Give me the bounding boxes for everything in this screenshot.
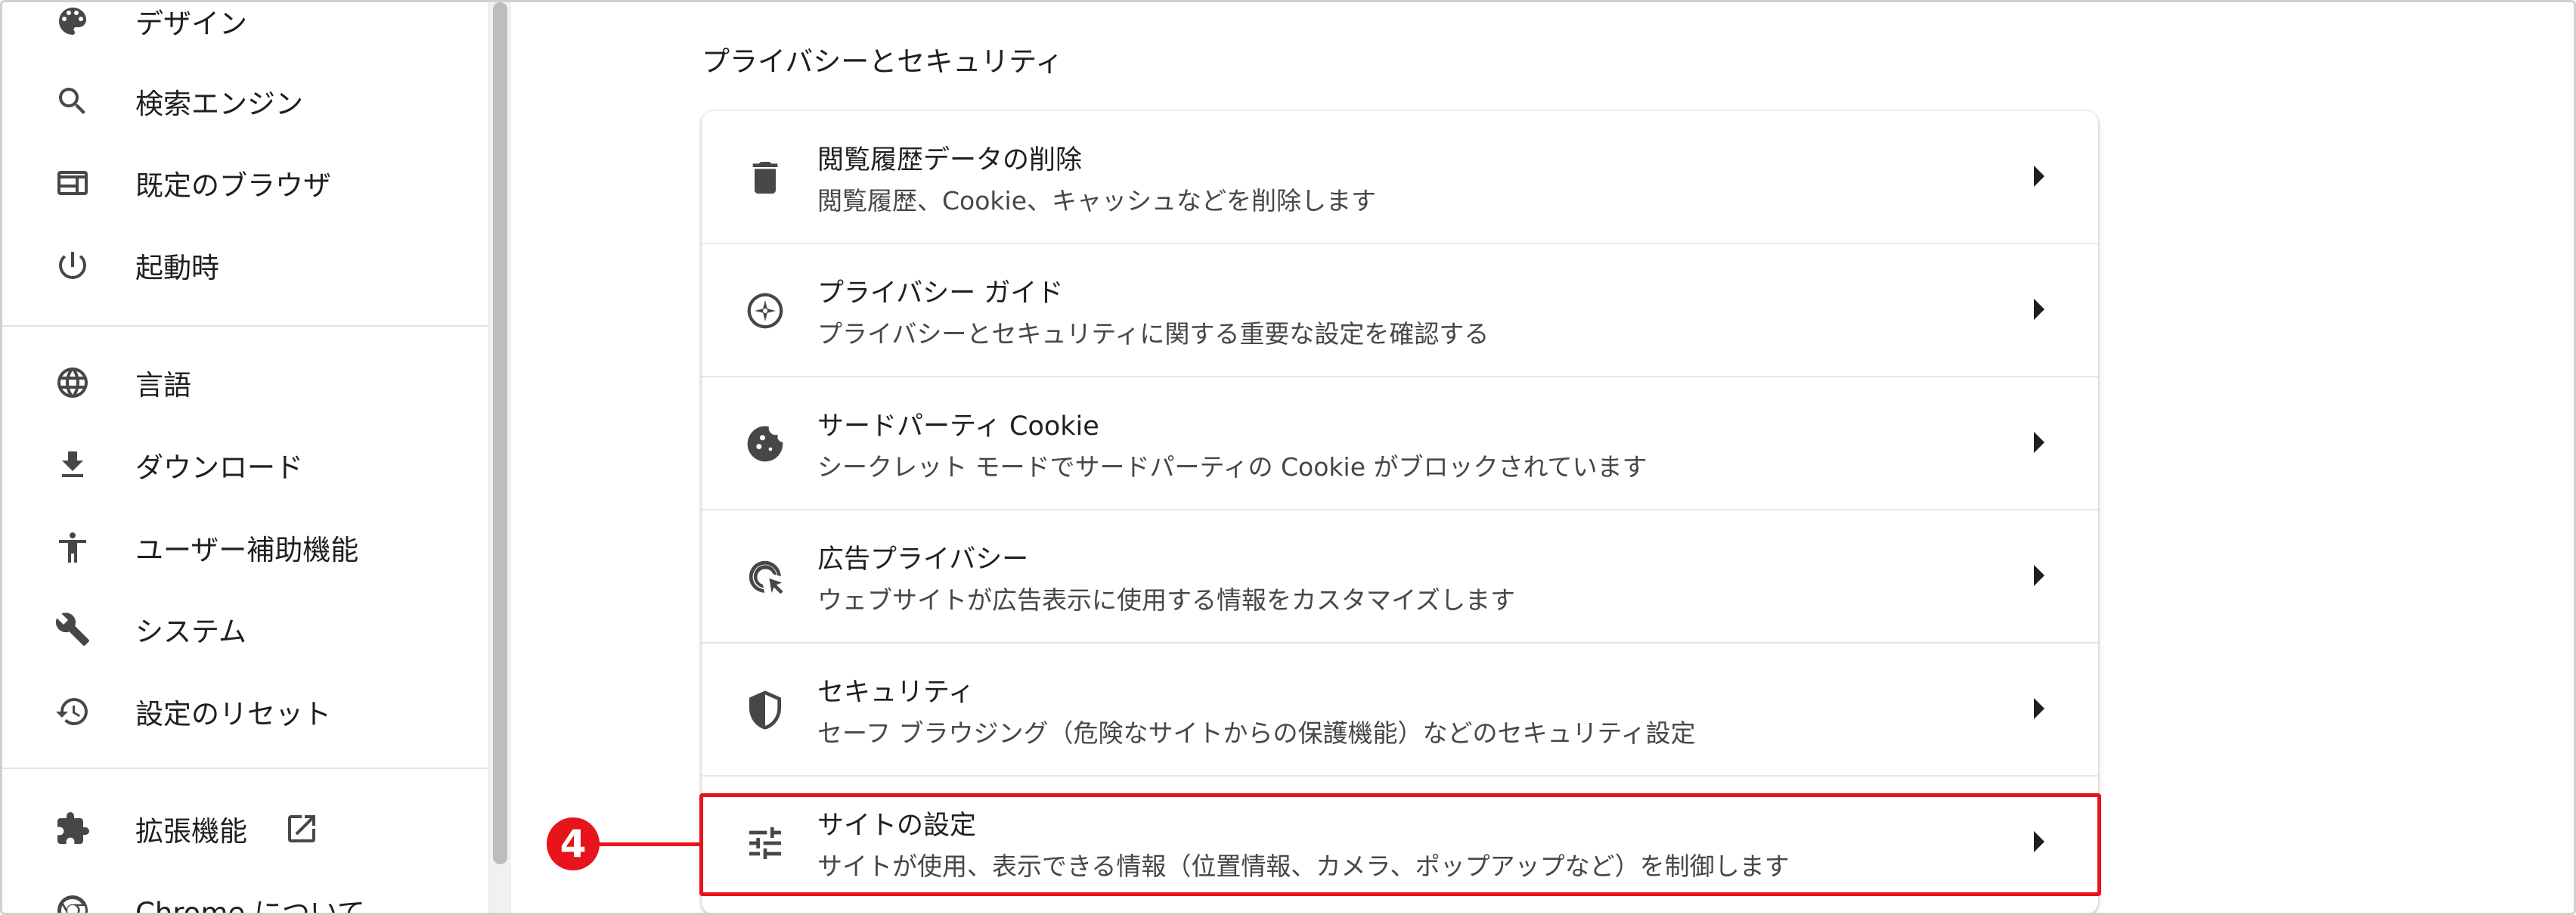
history-reset-icon bbox=[52, 691, 93, 732]
compass-icon bbox=[741, 287, 789, 335]
sidebar-item-extensions[interactable]: 拡張機能 bbox=[2, 795, 488, 863]
sidebar-item-label: 起動時 bbox=[135, 252, 219, 284]
row-subtitle: ウェブサイトが広告表示に使用する情報をカスタマイズします bbox=[817, 585, 1516, 615]
sidebar-item-label: デザイン bbox=[135, 8, 247, 40]
globe-icon bbox=[52, 362, 93, 403]
sidebar-item-on-startup[interactable]: 起動時 bbox=[2, 231, 488, 299]
sidebar-item-label: 設定のリセット bbox=[135, 698, 331, 730]
row-subtitle: セーフ ブラウジング（危険なサイトからの保護機能）などのセキュリティ設定 bbox=[817, 718, 1696, 748]
download-icon bbox=[52, 445, 93, 485]
sidebar-item-label: 言語 bbox=[135, 369, 191, 402]
ad-privacy-row[interactable]: 広告プライバシー ウェブサイトが広告表示に使用する情報をカスタマイズします bbox=[702, 510, 2098, 644]
site-settings-highlight bbox=[699, 793, 2101, 896]
settings-window: デザイン 検索エンジン 既定のブラウザ 起動時 言語 ダウンロード ユーザー補助… bbox=[0, 0, 2576, 915]
callout-connector-line bbox=[597, 842, 702, 846]
sidebar-item-default-browser[interactable]: 既定のブラウザ bbox=[2, 149, 488, 217]
section-title: プライバシーとセキュリティ bbox=[702, 45, 1064, 78]
sidebar-item-about-chrome[interactable]: Chrome について bbox=[2, 876, 488, 915]
shield-icon bbox=[741, 686, 789, 734]
ad-cursor-icon bbox=[741, 553, 789, 601]
palette-icon bbox=[52, 2, 93, 42]
wrench-icon bbox=[52, 609, 93, 650]
puzzle-icon bbox=[52, 808, 93, 849]
sidebar-item-label: ユーザー補助機能 bbox=[135, 534, 359, 566]
sidebar-item-reset-settings[interactable]: 設定のリセット bbox=[2, 678, 488, 746]
chevron-right-icon bbox=[2034, 432, 2044, 453]
sidebar-divider bbox=[2, 325, 488, 327]
row-title: セキュリティ bbox=[817, 678, 975, 708]
row-subtitle: シークレット モードでサードパーティの Cookie がブロックされています bbox=[817, 452, 1648, 482]
cookie-icon bbox=[741, 420, 789, 468]
third-party-cookies-row[interactable]: サードパーティ Cookie シークレット モードでサードパーティの Cooki… bbox=[702, 377, 2098, 510]
sidebar-item-languages[interactable]: 言語 bbox=[2, 349, 488, 417]
sidebar-item-label: 既定のブラウザ bbox=[135, 169, 331, 202]
row-subtitle: プライバシーとセキュリティに関する重要な設定を確認する bbox=[817, 319, 1489, 349]
row-title: プライバシー ガイド bbox=[817, 278, 1064, 309]
sidebar-item-system[interactable]: システム bbox=[2, 595, 488, 663]
row-title: サードパーティ Cookie bbox=[817, 411, 1099, 442]
sidebar-item-appearance[interactable]: デザイン bbox=[2, 2, 488, 55]
chrome-icon bbox=[52, 890, 93, 913]
row-title: 閲覧履歴データの削除 bbox=[817, 145, 1083, 175]
clear-browsing-data-row[interactable]: 閲覧履歴データの削除 閲覧履歴、Cookie、キャッシュなどを削除します bbox=[702, 111, 2098, 244]
search-icon bbox=[52, 81, 93, 122]
settings-sidebar: デザイン 検索エンジン 既定のブラウザ 起動時 言語 ダウンロード ユーザー補助… bbox=[2, 2, 488, 915]
sidebar-item-label: Chrome について bbox=[135, 897, 365, 915]
browser-window-icon bbox=[52, 163, 93, 203]
sidebar-item-label: ダウンロード bbox=[135, 451, 303, 484]
external-link-icon bbox=[284, 811, 320, 847]
chevron-right-icon bbox=[2034, 698, 2044, 719]
chevron-right-icon bbox=[2034, 299, 2044, 320]
privacy-guide-row[interactable]: プライバシー ガイド プライバシーとセキュリティに関する重要な設定を確認する bbox=[702, 244, 2098, 377]
security-row[interactable]: セキュリティ セーフ ブラウジング（危険なサイトからの保護機能）などのセキュリテ… bbox=[702, 644, 2098, 777]
trash-icon bbox=[741, 154, 789, 202]
chevron-right-icon bbox=[2034, 166, 2044, 187]
power-icon bbox=[52, 245, 93, 286]
accessibility-icon bbox=[52, 527, 93, 568]
row-title: 広告プライバシー bbox=[817, 544, 1029, 575]
step-number-badge: 4 bbox=[547, 817, 600, 870]
sidebar-item-label: システム bbox=[135, 616, 246, 648]
sidebar-item-label: 拡張機能 bbox=[135, 815, 247, 848]
sidebar-scrollbar-thumb[interactable] bbox=[493, 2, 507, 864]
row-subtitle: 閲覧履歴、Cookie、キャッシュなどを削除します bbox=[817, 186, 1377, 216]
sidebar-divider bbox=[2, 768, 488, 769]
sidebar-item-accessibility[interactable]: ユーザー補助機能 bbox=[2, 513, 488, 582]
sidebar-item-search-engine[interactable]: 検索エンジン bbox=[2, 67, 488, 135]
sidebar-item-downloads[interactable]: ダウンロード bbox=[2, 431, 488, 499]
chevron-right-icon bbox=[2034, 565, 2044, 586]
sidebar-item-label: 検索エンジン bbox=[135, 88, 303, 120]
